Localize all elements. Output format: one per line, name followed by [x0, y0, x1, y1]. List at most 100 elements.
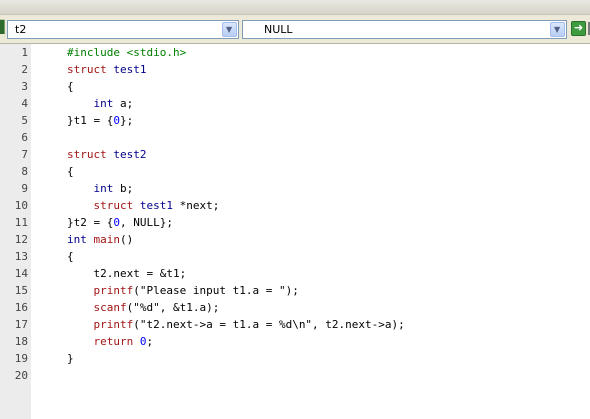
- code-token: ("Please input t1.a = ");: [133, 284, 299, 297]
- window-top-strip: [0, 0, 590, 15]
- line-number: 10: [14, 199, 28, 212]
- code-token: ;: [146, 335, 154, 348]
- code-line[interactable]: {: [67, 248, 587, 265]
- code-token: test1: [139, 199, 173, 212]
- go-arrow-icon: ➜: [574, 21, 584, 34]
- code-token: struct: [67, 63, 107, 76]
- code-line[interactable]: }t1 = {0};: [67, 112, 587, 129]
- code-line[interactable]: scanf("%d", &t1.a);: [67, 299, 587, 316]
- code-token: ("%d", &t1.a);: [126, 301, 220, 314]
- code-line[interactable]: #include <stdio.h>: [67, 44, 587, 61]
- line-number: 16: [14, 301, 28, 314]
- line-number: 13: [14, 250, 28, 263]
- code-token: }t2 = {: [67, 216, 114, 229]
- code-token: struct: [67, 148, 107, 161]
- code-line[interactable]: {: [67, 78, 587, 95]
- line-number: 2: [21, 63, 28, 76]
- line-number: 20: [14, 369, 28, 382]
- code-token: 0: [113, 114, 120, 127]
- line-number: 1: [21, 46, 28, 59]
- line-number: 4: [21, 97, 28, 110]
- code-line[interactable]: }t2 = {0, NULL};: [67, 214, 587, 231]
- code-line[interactable]: struct test1: [67, 61, 587, 78]
- code-line[interactable]: [67, 367, 587, 384]
- code-line[interactable]: struct test2: [67, 146, 587, 163]
- code-token: {: [67, 250, 74, 263]
- scope-dropdown-button[interactable]: ▼: [222, 22, 237, 37]
- code-token: *next;: [173, 199, 220, 212]
- code-token: scanf: [93, 301, 127, 314]
- code-line[interactable]: int a;: [67, 95, 587, 112]
- function-dropdown-button[interactable]: ▼: [550, 22, 565, 37]
- code-token: printf: [93, 318, 134, 331]
- code-token: t2.next = &t1;: [67, 267, 187, 280]
- code-token: (): [120, 233, 134, 246]
- navigation-bar: ▌ t2 ▼ NULL ▼ ➜: [0, 15, 590, 44]
- code-token: return: [93, 335, 134, 348]
- chevron-down-icon: ▼: [226, 25, 233, 34]
- line-number: 19: [14, 352, 28, 365]
- code-token: ("t2.next->a = t1.a = %d\n", t2.next->a)…: [133, 318, 405, 331]
- go-button[interactable]: ➜: [571, 21, 586, 36]
- line-numbers: 1 2 3 4 5 6 7 8 9 10 11 12 13 14 15 16 17 18 19 20: [0, 44, 31, 384]
- code-token: int: [93, 97, 114, 110]
- code-token: main: [93, 233, 121, 246]
- code-line[interactable]: struct test1 *next;: [67, 197, 587, 214]
- line-number: 3: [21, 80, 28, 93]
- code-token: int: [93, 182, 114, 195]
- code-token: {: [67, 80, 74, 93]
- code-token: #include <stdio.h>: [67, 46, 187, 59]
- code-line[interactable]: return 0;: [67, 333, 587, 350]
- function-combobox[interactable]: NULL ▼: [242, 20, 567, 39]
- code-token: struct: [93, 199, 134, 212]
- line-number: 8: [21, 165, 28, 178]
- code-token: 0: [139, 335, 147, 348]
- line-number: 14: [14, 267, 28, 280]
- line-number: 17: [14, 318, 28, 331]
- code-line[interactable]: t2.next = &t1;: [67, 265, 587, 282]
- code-token: 0: [113, 216, 120, 229]
- line-number: 5: [21, 114, 28, 127]
- code-line[interactable]: {: [67, 163, 587, 180]
- code-token: b;: [113, 182, 134, 195]
- function-combobox-value: NULL: [264, 23, 293, 36]
- line-number: 15: [14, 284, 28, 297]
- line-number: 18: [14, 335, 28, 348]
- scope-combobox[interactable]: t2 ▼: [7, 20, 239, 39]
- code-line[interactable]: int b;: [67, 180, 587, 197]
- code-line[interactable]: [67, 129, 587, 146]
- code-token: }t1 = {: [67, 114, 114, 127]
- code-token: a;: [113, 97, 134, 110]
- code-token: printf: [93, 284, 134, 297]
- line-number: 9: [21, 182, 28, 195]
- code-token: int: [67, 233, 87, 246]
- toolbar-grip-icon[interactable]: ▌: [0, 20, 9, 38]
- code-line[interactable]: }: [67, 350, 587, 367]
- line-number: 6: [21, 131, 28, 144]
- line-number: 7: [21, 148, 28, 161]
- code-token: {: [67, 165, 74, 178]
- line-number: 12: [14, 233, 28, 246]
- code-line[interactable]: int main(): [67, 231, 587, 248]
- code-token: test1: [113, 63, 147, 76]
- code-token: test2: [113, 148, 147, 161]
- code-editor[interactable]: #include <stdio.h> struct test1{ int a;}t…: [67, 44, 587, 384]
- code-token: };: [119, 114, 134, 127]
- code-line[interactable]: printf("Please input t1.a = ");: [67, 282, 587, 299]
- scope-combobox-value: t2: [15, 23, 27, 36]
- chevron-down-icon: ▼: [554, 25, 561, 34]
- line-number: 11: [14, 216, 28, 229]
- code-line[interactable]: printf("t2.next->a = t1.a = %d\n", t2.ne…: [67, 316, 587, 333]
- code-token: , NULL};: [119, 216, 173, 229]
- code-token: }: [67, 352, 74, 365]
